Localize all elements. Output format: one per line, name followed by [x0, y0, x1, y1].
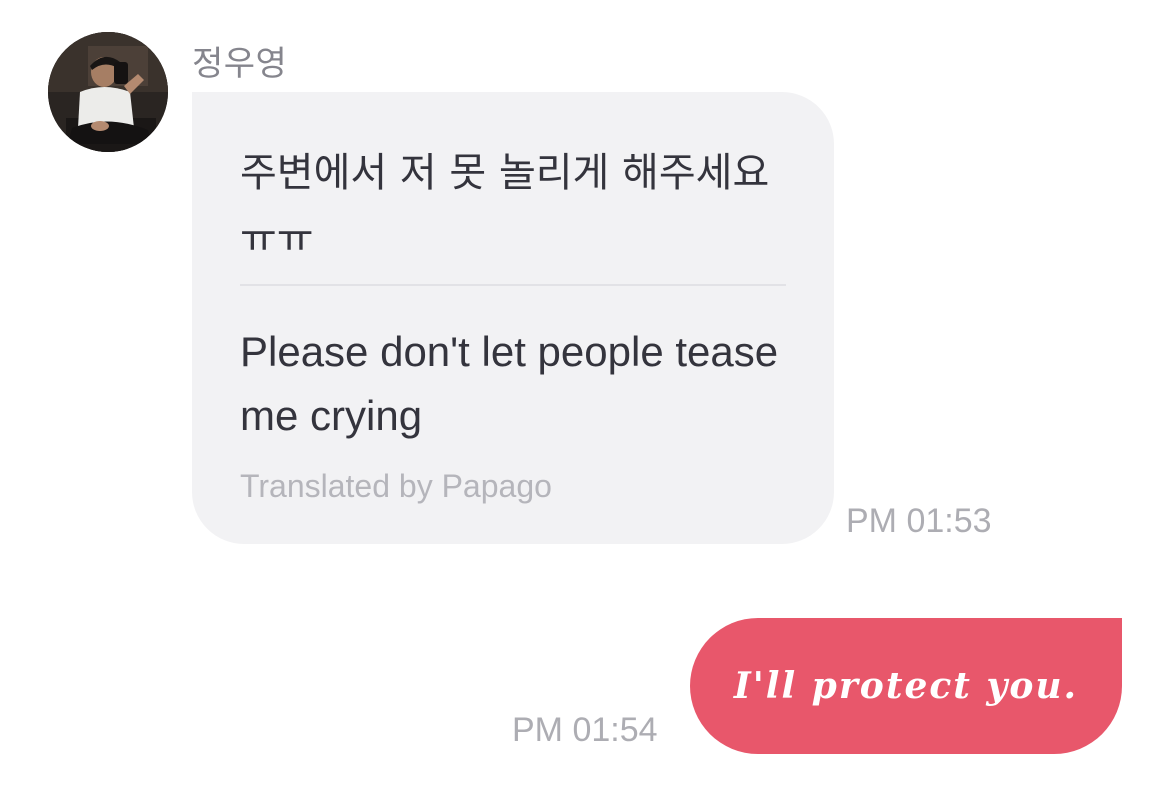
translation-divider [240, 284, 786, 286]
outgoing-message-text: I'll protect you. [733, 665, 1079, 707]
sender-avatar[interactable] [48, 32, 168, 152]
outgoing-timestamp: PM 01:54 [512, 711, 658, 749]
incoming-timestamp: PM 01:53 [846, 502, 992, 540]
profile-photo-icon [48, 32, 168, 152]
translated-message-text: Please don't let people tease me crying [240, 328, 779, 439]
translator-credit: Translated by Papago [240, 468, 552, 504]
original-message-text: 주변에서 저 못 놀리게 해주세요 ㅠㅠ [240, 150, 770, 262]
sender-name: 정우영 [192, 44, 288, 84]
